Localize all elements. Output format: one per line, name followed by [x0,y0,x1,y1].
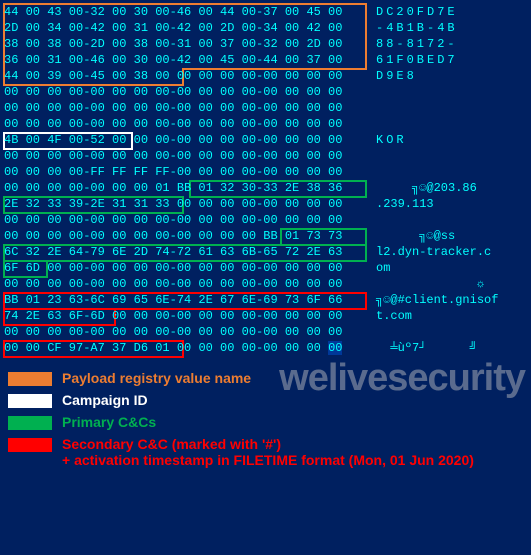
swatch-white [8,394,52,408]
hex-row: 44 00 43 00-32 00 30 00-46 00 44 00-37 0… [4,4,527,20]
hex-row: 00 00 00 00-00 00 00 00-00 00 00 00-00 0… [4,276,527,292]
swatch-orange [8,372,52,386]
hex-row: 6F 6D 00 00-00 00 00 00-00 00 00 00-00 0… [4,260,527,276]
legend-item-orange: Payload registry value name [8,370,523,386]
hex-row: 00 00 00 00-00 00 00 00-00 00 00 00-00 0… [4,84,527,100]
hex-row: 00 00 CF 97-A7 37 D6 01 00 00 00 00-00 0… [4,340,527,356]
hex-row: 74 2E 63 6F-6D 00 00 00-00 00 00 00-00 0… [4,308,527,324]
legend: Payload registry value name Campaign ID … [0,356,531,484]
hex-row: 00 00 00 00-00 00 00 01 BB 01 32 30-33 2… [4,180,527,196]
swatch-red [8,438,52,452]
hex-row: 36 00 31 00-46 00 30 00-42 00 45 00-44 0… [4,52,527,68]
hex-row: 2E 32 33 39-2E 31 31 33 00 00 00 00-00 0… [4,196,527,212]
legend-item-green: Primary C&Cs [8,414,523,430]
legend-item-white: Campaign ID [8,392,523,408]
hex-row: 00 00 00 00-00 00 00 00-00 00 00 00-00 0… [4,100,527,116]
hex-row: 00 00 00 00-00 00 00 00-00 00 00 00-00 0… [4,212,527,228]
hex-row: 38 00 38 00-2D 00 38 00-31 00 37 00-32 0… [4,36,527,52]
hex-row: 6C 32 2E 64-79 6E 2D 74-72 61 63 6B-65 7… [4,244,527,260]
hex-row: 00 00 00 00-FF FF FF FF-00 00 00 00-00 0… [4,164,527,180]
hex-dump: 44 00 43 00-32 00 30 00-46 00 44 00-37 0… [0,0,531,356]
swatch-green [8,416,52,430]
legend-item-red: Secondary C&C (marked with '#') + activa… [8,436,523,468]
hex-row: 00 00 00 00-00 00 00 00-00 00 00 00-00 0… [4,148,527,164]
hex-row: 00 00 00 00-00 00 00 00-00 00 00 00-00 0… [4,116,527,132]
hex-row: 00 00 00 00-00 00 00 00-00 00 00 00 BB 0… [4,228,527,244]
hex-row: 2D 00 34 00-42 00 31 00-42 00 2D 00-34 0… [4,20,527,36]
hex-row: 00 00 00 00-00 00 00 00-00 00 00 00-00 0… [4,324,527,340]
hex-row: BB 01 23 63-6C 69 65 6E-74 2E 67 6E-69 7… [4,292,527,308]
hex-row: 4B 00 4F 00-52 00 00 00-00 00 00 00-00 0… [4,132,527,148]
hex-row: 44 00 39 00-45 00 38 00 00 00 00 00-00 0… [4,68,527,84]
